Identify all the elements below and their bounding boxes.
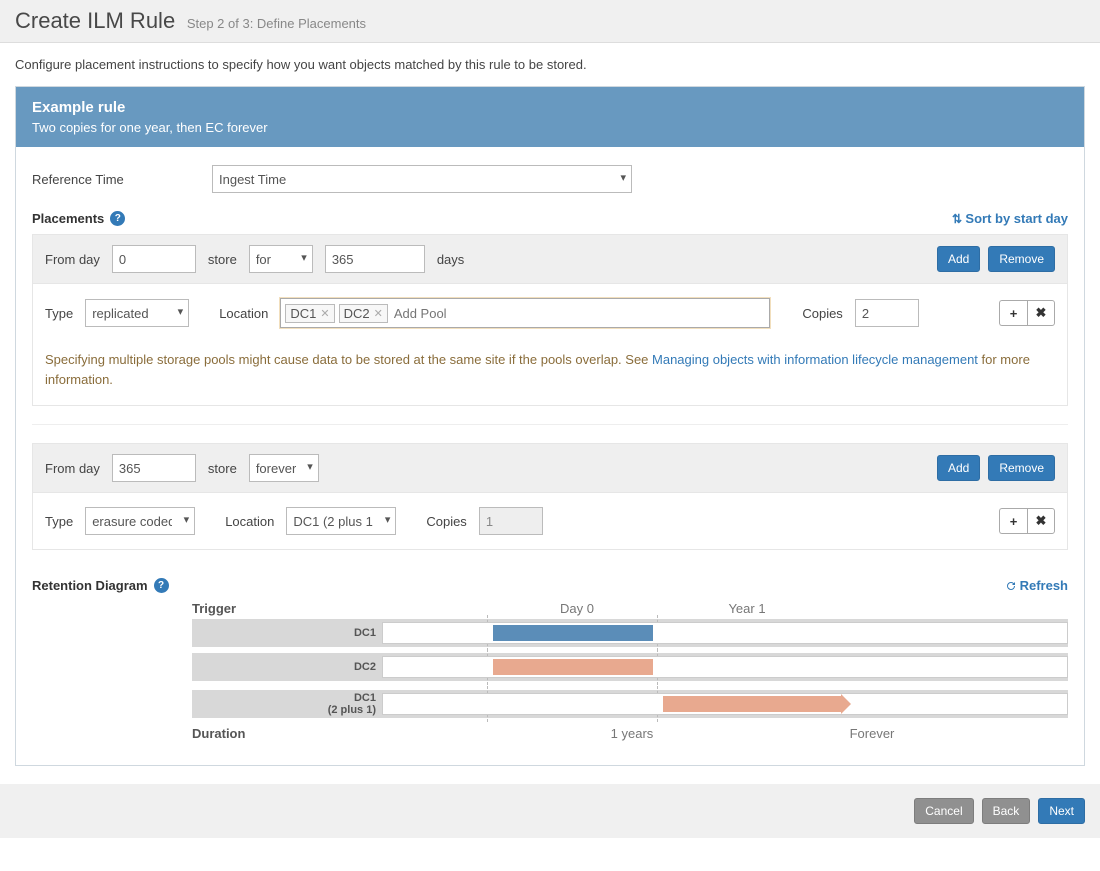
- type-label: Type: [45, 514, 73, 529]
- reference-time-label: Reference Time: [32, 172, 212, 187]
- from-day-label: From day: [45, 252, 100, 267]
- copies-input[interactable]: [855, 299, 919, 327]
- rule-banner-title: Example rule: [32, 99, 1068, 116]
- next-button[interactable]: Next: [1038, 798, 1085, 824]
- location-pool-box[interactable]: DC1 ✕ DC2 ✕: [280, 298, 770, 328]
- pool-label: DC1(2 plus 1): [192, 692, 382, 716]
- add-button[interactable]: Add: [937, 246, 980, 272]
- diagram-bar: [493, 659, 653, 675]
- ilm-doc-link[interactable]: Managing objects with information lifecy…: [652, 352, 978, 367]
- rule-banner: Example rule Two copies for one year, th…: [16, 87, 1084, 147]
- copies-label: Copies: [426, 514, 466, 529]
- refresh-link[interactable]: Refresh: [1005, 578, 1068, 593]
- location-select[interactable]: DC1 (2 plus 1): [286, 507, 396, 535]
- retention-diagram-title: Retention Diagram ? Refresh: [32, 578, 1068, 593]
- help-icon[interactable]: ?: [154, 578, 169, 593]
- type-select[interactable]: replicated: [85, 299, 189, 327]
- pool-overlap-warning: Specifying multiple storage pools might …: [33, 342, 1067, 405]
- main-panel: Example rule Two copies for one year, th…: [15, 86, 1085, 766]
- placement-block: From day store forever Add Remove Type: [32, 443, 1068, 550]
- delete-row-button[interactable]: ✖: [1027, 508, 1055, 534]
- help-icon[interactable]: ?: [110, 211, 125, 226]
- diagram-row: DC1(2 plus 1): [32, 686, 1068, 722]
- diagram-bar: [663, 696, 841, 712]
- from-day-input[interactable]: [112, 454, 196, 482]
- type-select[interactable]: erasure coded: [85, 507, 195, 535]
- rule-banner-subtitle: Two copies for one year, then EC forever: [32, 120, 1068, 135]
- sort-by-start-day-link[interactable]: ⇅ Sort by start day: [952, 211, 1068, 226]
- store-label: store: [208, 461, 237, 476]
- copies-label: Copies: [802, 306, 842, 321]
- pool-tag: DC1 ✕: [285, 304, 334, 323]
- divider: [32, 424, 1068, 425]
- duration-unit-label: days: [437, 252, 464, 267]
- pool-label: DC1: [192, 627, 382, 639]
- copies-input: [479, 507, 543, 535]
- reference-time-row: Reference Time Ingest Time: [32, 165, 1068, 193]
- remove-tag-icon[interactable]: ✕: [320, 307, 329, 320]
- placement-body: Type erasure coded Location DC1 (2 plus …: [33, 493, 1067, 549]
- duration-input[interactable]: [325, 245, 425, 273]
- back-button[interactable]: Back: [982, 798, 1031, 824]
- panel-body: Reference Time Ingest Time Placements ? …: [16, 147, 1084, 765]
- diagram-row: DC2: [32, 652, 1068, 682]
- intro-text: Configure placement instructions to spec…: [0, 43, 1100, 76]
- diagram-bar: [493, 625, 653, 641]
- placement-head: From day store forever Add Remove: [33, 444, 1067, 493]
- diagram-axis-top: Trigger Day 0 Year 1: [192, 601, 1068, 616]
- remove-tag-icon[interactable]: ✕: [374, 307, 383, 320]
- store-mode-select[interactable]: forever: [249, 454, 319, 482]
- add-pool-input[interactable]: [392, 305, 766, 322]
- placements-section-title: Placements ? ⇅ Sort by start day: [32, 211, 1068, 226]
- location-label: Location: [219, 306, 268, 321]
- placement-block: From day store for days Add Remove Type: [32, 234, 1068, 406]
- add-button[interactable]: Add: [937, 455, 980, 481]
- add-row-button[interactable]: +: [999, 508, 1027, 534]
- step-indicator: Step 2 of 3: Define Placements: [187, 16, 366, 31]
- placement-head: From day store for days Add Remove: [33, 235, 1067, 284]
- placement-body: Type replicated Location DC1 ✕ DC2 ✕: [33, 284, 1067, 342]
- remove-button[interactable]: Remove: [988, 455, 1055, 481]
- page-title: Create ILM Rule: [15, 8, 175, 33]
- from-day-input[interactable]: [112, 245, 196, 273]
- diagram-axis-bottom: Duration 1 years Forever: [192, 726, 1068, 741]
- cancel-button[interactable]: Cancel: [914, 798, 973, 824]
- pool-label: DC2: [192, 661, 382, 673]
- type-label: Type: [45, 306, 73, 321]
- delete-row-button[interactable]: ✖: [1027, 300, 1055, 326]
- pool-tag: DC2 ✕: [339, 304, 388, 323]
- location-label: Location: [225, 514, 274, 529]
- reference-time-select[interactable]: Ingest Time: [212, 165, 632, 193]
- page-header: Create ILM Rule Step 2 of 3: Define Plac…: [0, 0, 1100, 43]
- remove-button[interactable]: Remove: [988, 246, 1055, 272]
- from-day-label: From day: [45, 461, 100, 476]
- add-row-button[interactable]: +: [999, 300, 1027, 326]
- footer: Cancel Back Next: [0, 784, 1100, 838]
- store-mode-select[interactable]: for: [249, 245, 313, 273]
- diagram-row: DC1: [32, 618, 1068, 648]
- retention-diagram: Trigger Day 0 Year 1 DC1: [32, 601, 1068, 741]
- store-label: store: [208, 252, 237, 267]
